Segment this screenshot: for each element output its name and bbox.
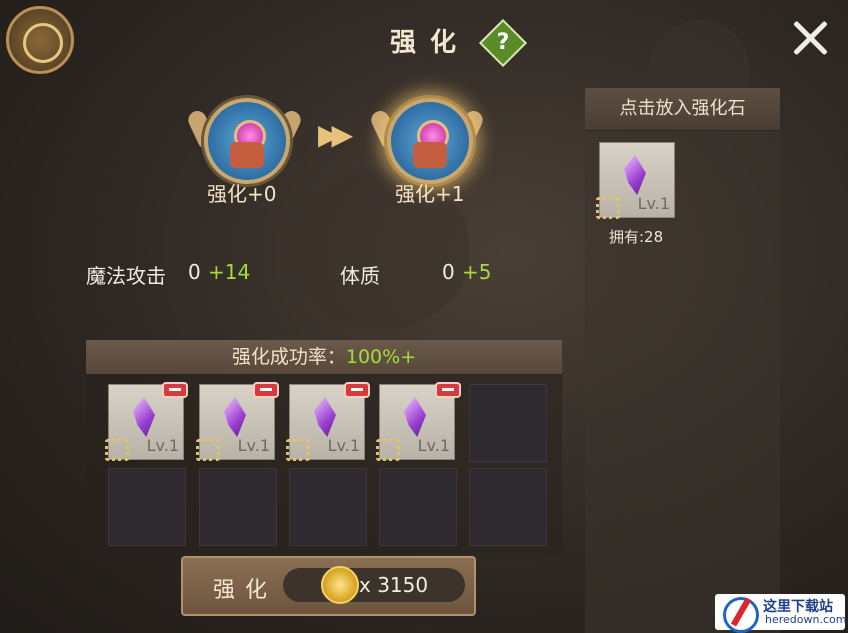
inventory-panel: 点击放入强化石 Lv.1: [585, 88, 780, 633]
current-level-label: 强化+0: [207, 182, 277, 206]
material-slot-grid: Lv.1 Lv.1 Lv.1 Lv.1: [86, 374, 562, 554]
stat-bonus: +5: [462, 260, 492, 284]
gold-coin-icon: [321, 566, 359, 604]
stat-base: 0: [442, 260, 455, 284]
lock-chain-icon: [105, 439, 129, 461]
material-slot-empty[interactable]: [199, 468, 277, 546]
remove-stone-button[interactable]: [435, 382, 461, 398]
crystal-icon: [624, 155, 646, 195]
stone-level: Lv.1: [637, 194, 670, 213]
stone-level: Lv.1: [146, 436, 179, 455]
crystal-icon: [133, 397, 155, 437]
stat-label: 魔法攻击: [86, 264, 166, 288]
lock-chain-icon: [376, 439, 400, 461]
watermark-logo-icon: [723, 597, 759, 633]
lock-chain-icon: [196, 439, 220, 461]
question-icon: ?: [496, 30, 510, 55]
stat-label: 体质: [340, 264, 380, 288]
stat-bonus: +14: [208, 260, 251, 284]
inventory-header: 点击放入强化石: [585, 88, 780, 131]
stat-base: 0: [188, 260, 201, 284]
watermark-subtitle: heredown.com: [765, 613, 847, 626]
remove-stone-button[interactable]: [344, 382, 370, 398]
close-button[interactable]: [790, 18, 830, 58]
material-slot-empty[interactable]: [289, 468, 367, 546]
current-item-icon[interactable]: [204, 98, 290, 184]
lock-chain-icon: [286, 439, 310, 461]
lock-chain-icon: [596, 197, 620, 219]
cost-value: x 3150: [359, 573, 429, 597]
success-rate-label: 强化成功率：: [231, 346, 346, 368]
cost-display: x 3150: [283, 566, 465, 604]
crystal-icon: [404, 397, 426, 437]
page-title: 强化: [390, 28, 471, 58]
success-rate-value: 100%+: [345, 346, 417, 368]
next-level-label: 强化+1: [395, 182, 465, 206]
material-slot-empty[interactable]: [469, 384, 547, 462]
inventory-stone[interactable]: Lv.1: [596, 142, 675, 219]
next-item-icon: [387, 98, 473, 184]
stone-level: Lv.1: [327, 436, 360, 455]
remove-stone-button[interactable]: [162, 382, 188, 398]
watermark: 这里下载站 heredown.com: [715, 594, 847, 633]
crystal-icon: [224, 397, 246, 437]
material-slot-empty[interactable]: [379, 468, 457, 546]
game-logo-icon[interactable]: [6, 6, 74, 74]
enhance-button[interactable]: 强化 x 3150: [181, 556, 476, 616]
stone-level: Lv.1: [237, 436, 270, 455]
owned-count: 拥有:28: [609, 228, 664, 246]
arrow-right-icon: ▶▶: [318, 118, 353, 151]
crystal-icon: [314, 397, 336, 437]
success-rate-bar: 强化成功率：100%+: [86, 340, 562, 374]
remove-stone-button[interactable]: [253, 382, 279, 398]
stone-level: Lv.1: [417, 436, 450, 455]
material-slot-empty[interactable]: [108, 468, 186, 546]
enhance-button-label: 强化: [213, 578, 278, 603]
material-slot-empty[interactable]: [469, 468, 547, 546]
